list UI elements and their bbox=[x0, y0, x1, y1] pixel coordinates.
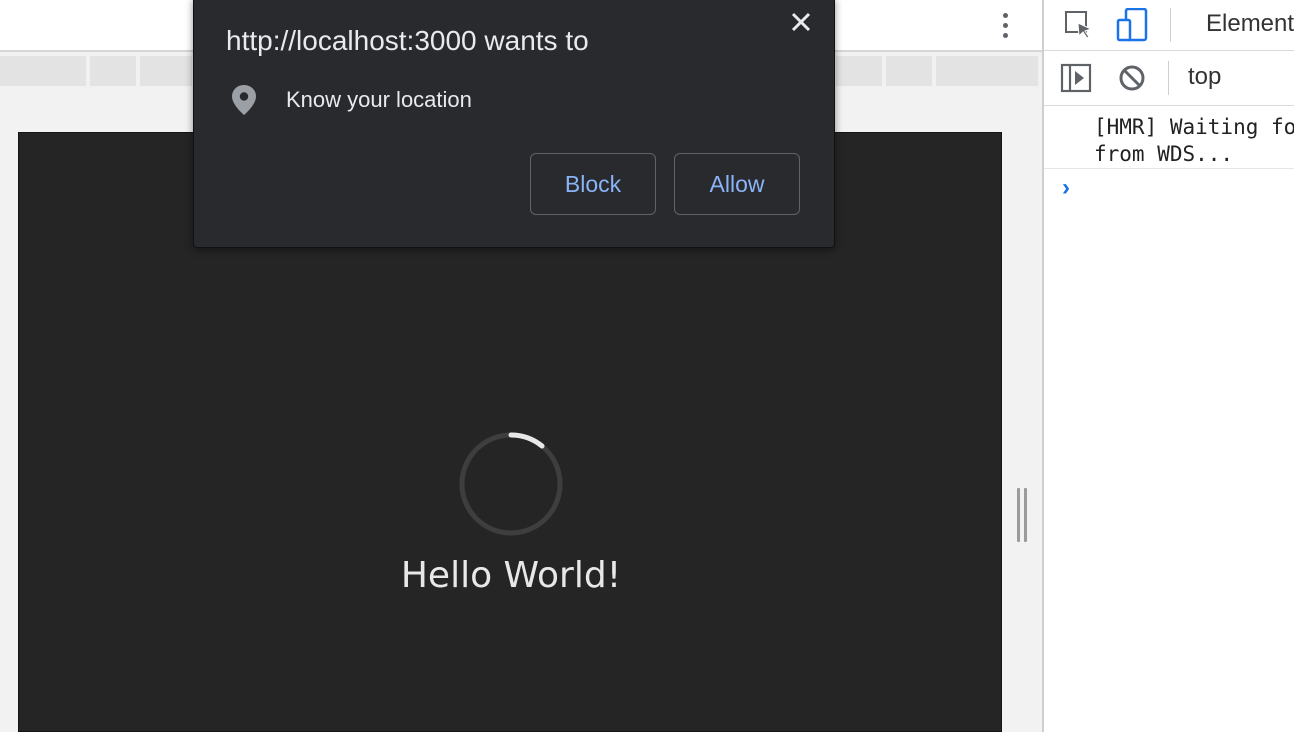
tab-elements[interactable]: Elements bbox=[1206, 10, 1294, 38]
sidebar-toggle-icon[interactable] bbox=[1060, 63, 1092, 93]
permission-origin-title: http://localhost:3000 wants to bbox=[226, 25, 589, 56]
inspect-icon[interactable] bbox=[1064, 10, 1094, 40]
console-prompt-icon[interactable]: › bbox=[1062, 174, 1070, 202]
more-menu-icon[interactable] bbox=[996, 10, 1014, 40]
location-pin-icon bbox=[232, 85, 256, 115]
loading-spinner bbox=[459, 432, 563, 536]
hello-heading: Hello World! bbox=[400, 555, 622, 596]
permission-row: Know your location bbox=[226, 83, 472, 117]
context-selector[interactable]: top bbox=[1188, 63, 1221, 91]
clear-console-icon[interactable] bbox=[1118, 64, 1146, 92]
devtools-tabbar: Elements bbox=[1044, 0, 1294, 51]
permission-label: Know your location bbox=[286, 87, 472, 112]
block-button[interactable]: Block bbox=[530, 153, 656, 215]
device-toggle-icon[interactable] bbox=[1116, 8, 1150, 42]
console-toolbar: top bbox=[1044, 51, 1294, 106]
location-permission-dialog: http://localhost:3000 wants to Know your… bbox=[193, 0, 835, 248]
viewport-resize-handle[interactable] bbox=[1016, 488, 1028, 542]
console-divider bbox=[1044, 168, 1294, 169]
close-icon[interactable] bbox=[786, 7, 816, 37]
allow-button[interactable]: Allow bbox=[674, 153, 800, 215]
console-message: [HMR] Waiting for from WDS... bbox=[1094, 115, 1294, 166]
devtools-panel: Elements top [HMR] Waiting for from WDS.… bbox=[1042, 0, 1294, 732]
